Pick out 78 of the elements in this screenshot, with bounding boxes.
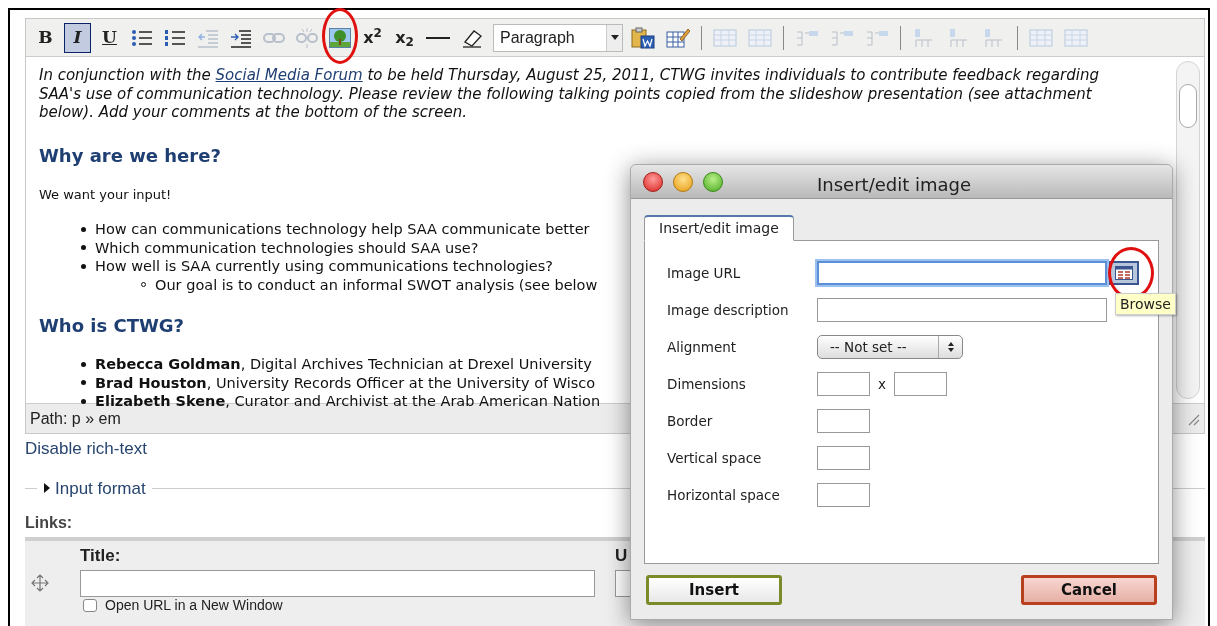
underline-button[interactable]: U bbox=[96, 22, 123, 53]
subscript-button[interactable]: x$_{2}$ bbox=[391, 22, 418, 53]
close-window-icon[interactable] bbox=[643, 171, 663, 192]
list-item-text: Rebecca Goldman, Digital Archives Technician at Drexel University bbox=[95, 355, 592, 374]
highlight-ring bbox=[322, 8, 358, 64]
bullet-icon bbox=[81, 361, 86, 367]
italic-button[interactable]: I bbox=[64, 22, 91, 53]
bullet-icon bbox=[81, 245, 86, 251]
chain-link-icon bbox=[263, 30, 285, 45]
field-label: Image description bbox=[667, 300, 790, 320]
bullet-icon bbox=[81, 263, 86, 269]
triangle-icon bbox=[43, 483, 51, 494]
clipboard-document-icon bbox=[631, 26, 655, 49]
broken-link-icon bbox=[296, 27, 318, 48]
field-label: Border bbox=[667, 411, 714, 431]
forum-link[interactable]: Social Media Forum bbox=[215, 66, 363, 84]
section-heading: Why are we here? bbox=[39, 143, 221, 168]
section-heading: Who is CTWG? bbox=[39, 314, 184, 338]
insert-button[interactable]: Insert bbox=[646, 575, 782, 605]
tree-picture-icon bbox=[329, 27, 351, 48]
list-item-text: How well is SAA currently using communications technologies? bbox=[95, 257, 553, 276]
paragraph-text: We want your input! bbox=[39, 185, 172, 204]
intro-paragraph: In conjunction with the Social Media Forum to be held Thursday, August 25, 2011, CTWG invites individuals to contribute feedback regarding SAA's use of communication technology. Please review the following talking points copied from the slideshow presentation (see attachment below). Add your comments at the bottom of the screen. bbox=[39, 66, 1100, 122]
bullet-icon bbox=[81, 380, 86, 386]
list-item-text: Our goal is to conduct an informal SWOT analysis (see below bbox=[155, 275, 598, 294]
format-dropdown[interactable]: Paragraph bbox=[493, 23, 623, 52]
list-item-text: Which communication technologies should SAA use? bbox=[95, 238, 479, 257]
browse-button[interactable] bbox=[1109, 261, 1139, 285]
minimize-window-icon[interactable] bbox=[673, 171, 693, 192]
field-label: Horizontal space bbox=[667, 485, 781, 505]
column-header: U bbox=[615, 545, 628, 567]
width-input[interactable] bbox=[817, 372, 870, 396]
number-input[interactable] bbox=[817, 483, 870, 507]
links-heading: Links: bbox=[25, 513, 73, 533]
indent-icon bbox=[230, 27, 252, 48]
element-path: Path: p » em bbox=[30, 408, 121, 429]
field-label: Image URL bbox=[667, 263, 742, 283]
bold-button[interactable]: B bbox=[32, 22, 59, 53]
table-icon bbox=[1029, 27, 1053, 48]
table-pencil-icon bbox=[666, 26, 690, 49]
field-label: Vertical space bbox=[667, 448, 763, 468]
number-input[interactable] bbox=[817, 446, 870, 470]
stepper-arrows-icon bbox=[946, 341, 955, 353]
superscript-button[interactable]: x$^{2}$ bbox=[359, 22, 386, 53]
image-url-input[interactable] bbox=[817, 261, 1107, 285]
input-format-toggle[interactable]: Input format bbox=[43, 475, 146, 501]
height-input[interactable] bbox=[894, 372, 947, 396]
list-item-text: Brad Houston, University Records Officer at the University of Wisco bbox=[95, 373, 596, 392]
number-input[interactable] bbox=[817, 409, 870, 433]
dialog-tab[interactable]: Insert/edit image bbox=[644, 215, 794, 241]
checkbox-label: Open URL in a New Window bbox=[105, 597, 283, 613]
numbered-list-icon bbox=[164, 27, 186, 48]
table-icon bbox=[748, 27, 772, 48]
zoom-window-icon[interactable] bbox=[703, 171, 723, 192]
list-item-text: Elizabeth Skene, Curator and Archivist at the Arab American Nation bbox=[95, 392, 601, 411]
drag-handle-icon[interactable] bbox=[31, 574, 49, 592]
list-item-text: How can communications technology help SAA communicate better bbox=[95, 220, 590, 239]
alignment-dropdown[interactable]: -- Not set -- bbox=[817, 335, 963, 359]
bullet-icon bbox=[81, 226, 86, 232]
cancel-button[interactable]: Cancel bbox=[1021, 575, 1157, 605]
disable-rich-text-link[interactable]: Disable rich-text bbox=[25, 436, 147, 462]
bullet-icon bbox=[81, 398, 86, 404]
field-label: Alignment bbox=[667, 337, 738, 357]
dialog-title: Insert/edit image bbox=[817, 173, 972, 197]
caret-icon[interactable] bbox=[610, 35, 619, 40]
image-description-input[interactable] bbox=[817, 298, 1107, 322]
table-icon bbox=[1064, 27, 1088, 48]
checkbox[interactable] bbox=[83, 598, 97, 612]
table-icon bbox=[713, 27, 737, 48]
tooltip: Browse bbox=[1115, 293, 1176, 315]
field-label: Dimensions bbox=[667, 374, 747, 394]
bulleted-list-icon bbox=[131, 27, 153, 48]
column-header: Title: bbox=[80, 545, 122, 567]
title-input[interactable] bbox=[80, 569, 595, 597]
times-sign: x bbox=[878, 374, 886, 394]
scrollbar[interactable] bbox=[1176, 61, 1200, 399]
browse-icon bbox=[1115, 266, 1133, 280]
outdent-icon bbox=[197, 27, 219, 48]
